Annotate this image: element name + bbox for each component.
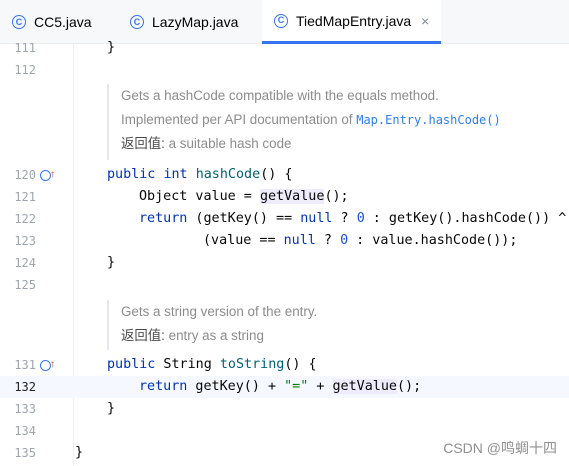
line-number: 112 (14, 63, 36, 77)
code-text: public int hashCode() { (107, 167, 293, 182)
watermark: CSDN @鸣蜩十四 (443, 440, 557, 456)
return-text: a suitable hash code (164, 136, 292, 151)
line-number: 122 (14, 212, 36, 226)
line-number: 120 (14, 168, 36, 182)
code-text: } (107, 40, 116, 55)
line-number: 125 (14, 278, 36, 292)
javadoc-line: Gets a string version of the entry. (121, 304, 318, 319)
return-label: 返回值: (121, 328, 165, 343)
code-text: public String toString() { (107, 357, 317, 372)
code-line[interactable]: 112 (0, 59, 569, 81)
tab-label: LazyMap.java (152, 14, 239, 30)
code-line-current[interactable]: 132 return getKey() + "=" + getValue(); (0, 376, 569, 398)
code-line[interactable]: 125 (0, 274, 569, 296)
javadoc-link[interactable]: Map.Entry.hashCode() (356, 113, 501, 127)
code-line[interactable]: 124 } (0, 252, 569, 274)
javadoc-tostring: Gets a string version of the entry. 返回值:… (107, 300, 567, 350)
line-number: 133 (14, 402, 36, 416)
javadoc-line: Implemented per API documentation of Map… (121, 108, 567, 132)
code-text: } (107, 255, 116, 270)
code-line[interactable]: 131 ↑ public String toString() { (0, 354, 569, 376)
code-editor[interactable]: 111 } 112 Gets a hashCode compatible wit… (0, 40, 569, 466)
javadoc-text: Implemented per API documentation of (121, 112, 357, 127)
line-number: 124 (14, 256, 36, 270)
code-line[interactable]: 111 } (0, 37, 569, 59)
implements-method-icon[interactable]: ↑ (40, 354, 55, 376)
class-file-icon: C (130, 15, 144, 29)
code-text: } (75, 445, 84, 460)
line-number: 134 (14, 424, 36, 438)
line-number: 123 (14, 234, 36, 248)
line-number: 121 (14, 190, 36, 204)
code-line[interactable]: 123 (value == null ? 0 : value.hashCode(… (0, 230, 569, 252)
close-tab-icon[interactable]: × (421, 13, 429, 29)
class-file-icon: C (12, 15, 26, 29)
code-line[interactable]: 122 return (getKey() == null ? 0 : getKe… (0, 208, 569, 230)
return-text: entry as a string (164, 328, 264, 343)
code-line[interactable]: 121 Object value = getValue(); (0, 186, 569, 208)
line-number: 132 (14, 380, 36, 394)
tab-label: TiedMapEntry.java (296, 12, 412, 29)
implements-method-icon[interactable]: ↑ (40, 164, 55, 186)
code-line[interactable]: 133 } (0, 398, 569, 420)
code-text: (value == null ? 0 : value.hashCode()); (203, 233, 518, 248)
javadoc-hashcode: Gets a hashCode compatible with the equa… (107, 84, 567, 160)
tab-label: CC5.java (34, 14, 92, 30)
code-text: Object value = getValue(); (139, 189, 349, 204)
javadoc-return: 返回值: entry as a string (121, 324, 567, 348)
line-number: 135 (14, 446, 36, 460)
line-number: 111 (14, 41, 36, 55)
return-label: 返回值: (121, 136, 165, 151)
javadoc-line: Gets a hashCode compatible with the equa… (121, 88, 439, 103)
code-text: return getKey() + "=" + getValue(); (139, 379, 422, 394)
class-file-icon: C (274, 13, 288, 28)
javadoc-return: 返回值: a suitable hash code (121, 132, 567, 156)
line-number: 131 (14, 358, 36, 372)
code-text: } (107, 401, 116, 416)
code-line[interactable]: 120 ↑ public int hashCode() { (0, 164, 569, 186)
code-text: return (getKey() == null ? 0 : getKey().… (139, 211, 567, 226)
